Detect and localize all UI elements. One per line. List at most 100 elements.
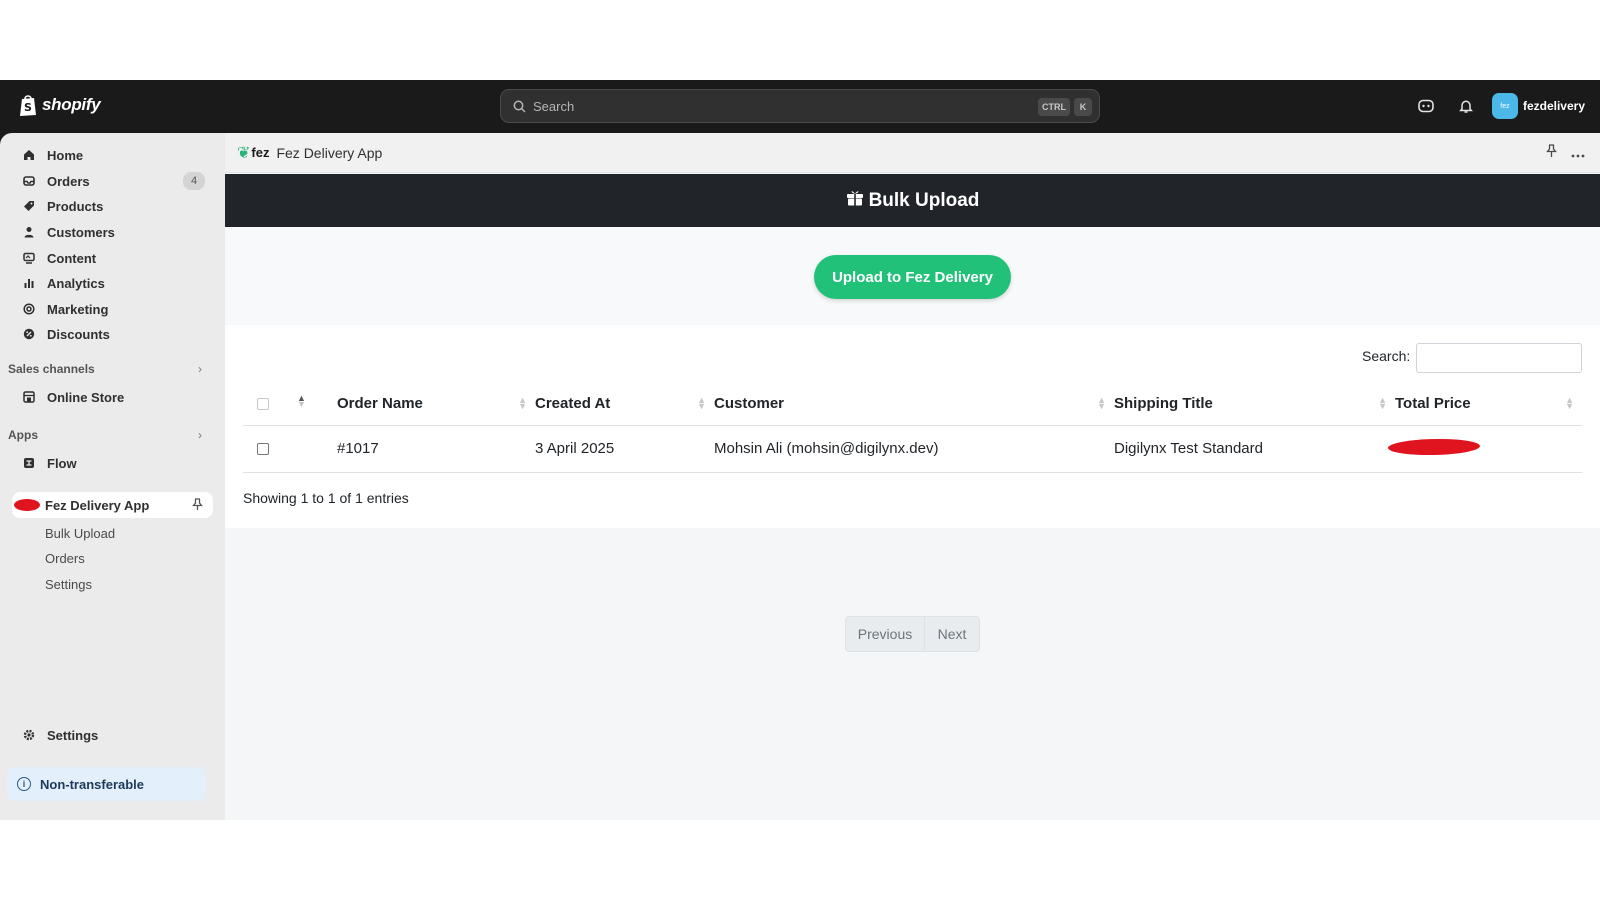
- row-empty-cell: [285, 425, 337, 473]
- account-menu[interactable]: fez fezdelivery: [1491, 93, 1585, 119]
- row-select-cell: [243, 425, 285, 473]
- apps-heading[interactable]: Apps: [8, 428, 38, 442]
- upload-to-fez-button[interactable]: Upload to Fez Delivery: [814, 255, 1011, 299]
- store-avatar: fez: [1491, 93, 1518, 119]
- orders-icon: [22, 174, 36, 188]
- sort-icon: ▲ ▼: [518, 395, 527, 411]
- table-search-input[interactable]: [1416, 343, 1582, 373]
- storefront-icon: [22, 390, 36, 404]
- cell-customer: Mohsin Ali (mohsin@digilynx.dev): [714, 425, 1114, 473]
- table-info-text: Showing 1 to 1 of 1 entries: [243, 490, 409, 506]
- column-customer[interactable]: Customer ▲ ▼: [714, 383, 1114, 426]
- sidebar-item-label: Customers: [47, 224, 115, 240]
- fez-leaf-icon: ❦: [237, 144, 251, 162]
- bell-icon: [1459, 100, 1473, 113]
- home-icon: [22, 148, 36, 162]
- tag-icon: [22, 199, 36, 213]
- sidebar: Home Orders 4 Products Customers Content…: [0, 133, 225, 820]
- app-header-actions: [1546, 144, 1585, 163]
- shopify-wordmark: shopify: [42, 95, 101, 114]
- sort-column-header[interactable]: ▲ ▼: [285, 383, 337, 426]
- main-content: ❦ fez Fez Delivery App Bulk Upload Uploa…: [225, 133, 1600, 820]
- orders-count-badge: 4: [183, 172, 205, 190]
- select-all-cell: [243, 383, 285, 426]
- chevron-right-icon[interactable]: ›: [198, 362, 202, 376]
- sidebar-item-label: Products: [47, 198, 104, 214]
- sidebar-item-customers[interactable]: Customers: [12, 219, 213, 245]
- content-icon: [22, 251, 36, 265]
- sort-icon: ▲ ▼: [1565, 395, 1574, 411]
- notifications-button[interactable]: [1446, 90, 1486, 122]
- top-bar-actions: fez fezdelivery: [1406, 90, 1600, 122]
- cell-created-at: 3 April 2025: [535, 425, 714, 473]
- search-icon: [513, 100, 526, 113]
- svg-text:S: S: [24, 101, 32, 114]
- sidebar-item-label: Orders: [47, 173, 90, 189]
- cell-order-name: #1017: [337, 425, 535, 473]
- sidebar-item-label: Analytics: [47, 275, 105, 291]
- upload-section: Upload to Fez Delivery: [225, 227, 1600, 325]
- person-icon: [22, 225, 36, 239]
- target-icon: [22, 302, 36, 316]
- sidebar-item-home[interactable]: Home: [12, 142, 213, 168]
- column-label: Order Name: [337, 395, 423, 413]
- sidebar-subitem-orders[interactable]: Orders: [45, 551, 85, 566]
- gift-icon: [846, 189, 864, 212]
- sidebar-item-fez-delivery-app[interactable]: Fez Delivery App: [12, 492, 213, 518]
- global-search-bar[interactable]: Search CTRL K: [500, 89, 1100, 123]
- fez-app-logo: ❦ fez: [237, 143, 269, 163]
- pagination: Previous Next: [845, 616, 980, 652]
- sidebar-item-label: Discounts: [47, 326, 110, 342]
- app-title: Fez Delivery App: [276, 144, 383, 161]
- sidebar-item-settings[interactable]: Settings: [12, 722, 213, 748]
- sidebar-item-flow[interactable]: Flow: [12, 450, 213, 476]
- more-actions-icon[interactable]: [1571, 145, 1585, 163]
- sidebar-item-products[interactable]: Products: [12, 193, 213, 219]
- fez-logo-text: fez: [251, 145, 270, 160]
- sort-icon: ▲ ▼: [1378, 395, 1387, 411]
- sidekick-icon: [1418, 99, 1434, 113]
- next-page-button[interactable]: Next: [925, 617, 979, 651]
- sidebar-item-discounts[interactable]: Discounts: [12, 321, 213, 347]
- chevron-right-icon[interactable]: ›: [198, 428, 202, 442]
- sidebar-item-label: Online Store: [47, 389, 125, 405]
- store-name: fezdelivery: [1522, 99, 1585, 113]
- cell-shipping-title: Digilynx Test Standard: [1114, 425, 1395, 473]
- orders-table: ▲ ▼ Order Name ▲ ▼ Created At ▲ ▼ Customer ▲ ▼ …: [243, 383, 1582, 473]
- sidebar-item-orders[interactable]: Orders 4: [12, 168, 213, 194]
- column-created-at[interactable]: Created At ▲ ▼: [535, 383, 714, 426]
- column-shipping-title[interactable]: Shipping Title ▲ ▼: [1114, 383, 1395, 426]
- non-transferable-label: Non-transferable: [40, 776, 145, 792]
- sort-asc-icon: ▲ ▼: [297, 393, 306, 409]
- sidebar-subitem-settings[interactable]: Settings: [45, 577, 92, 592]
- sidebar-item-label: Content: [47, 250, 97, 266]
- sales-channels-heading[interactable]: Sales channels: [8, 362, 95, 376]
- non-transferable-banner[interactable]: i Non-transferable: [7, 767, 206, 801]
- shopify-logo[interactable]: S shopify: [18, 93, 101, 117]
- flow-icon: [22, 456, 36, 470]
- table-header-row: ▲ ▼ Order Name ▲ ▼ Created At ▲ ▼ Customer ▲ ▼ …: [243, 383, 1582, 426]
- select-all-checkbox[interactable]: [257, 397, 269, 410]
- sidebar-item-label: Settings: [47, 727, 99, 743]
- previous-page-button[interactable]: Previous: [846, 617, 925, 651]
- sidebar-item-content[interactable]: Content: [12, 245, 213, 271]
- sidebar-item-analytics[interactable]: Analytics: [12, 270, 213, 296]
- sidebar-item-marketing[interactable]: Marketing: [12, 296, 213, 322]
- sidebar-subitem-bulk-upload[interactable]: Bulk Upload: [45, 526, 115, 541]
- sidekick-button[interactable]: [1406, 90, 1446, 122]
- shopify-bag-icon: S: [20, 95, 36, 116]
- pin-icon[interactable]: [1546, 144, 1557, 163]
- shopify-admin-window: S shopify Search CTRL K fez fezdelivery …: [0, 80, 1600, 820]
- page-banner: Bulk Upload: [225, 174, 1600, 227]
- info-icon: i: [17, 777, 31, 791]
- sidebar-item-label: Flow: [47, 455, 77, 471]
- table-search-label: Search:: [1362, 348, 1411, 364]
- column-total-price[interactable]: Total Price ▲ ▼: [1395, 383, 1582, 426]
- orders-table-card: Search: ▲ ▼ Order Name ▲ ▼ Created At ▲ ▼ Cus…: [225, 325, 1600, 528]
- sidebar-item-online-store[interactable]: Online Store: [12, 384, 213, 410]
- column-order-name[interactable]: Order Name ▲ ▼: [337, 383, 535, 426]
- pin-icon[interactable]: [192, 498, 203, 514]
- table-row[interactable]: #1017 3 April 2025 Mohsin Ali (mohsin@di…: [243, 425, 1582, 473]
- row-checkbox[interactable]: [257, 442, 269, 455]
- column-label: Shipping Title: [1114, 395, 1213, 413]
